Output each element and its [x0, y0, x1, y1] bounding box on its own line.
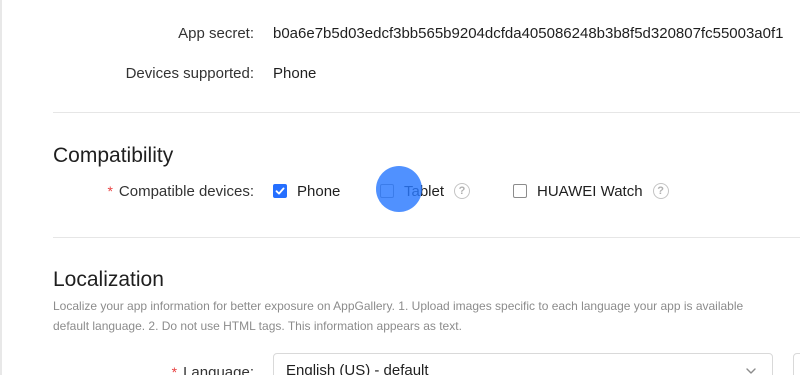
compatible-devices-label: * Compatible devices: — [107, 179, 254, 204]
huawei-watch-checkbox[interactable] — [513, 184, 527, 198]
phone-option-label: Phone — [297, 182, 341, 200]
app-secret-row: App secret: b0a6e7b5d03edcf3bb565b9204dc… — [0, 22, 800, 46]
devices-supported-label: Devices supported: — [125, 65, 254, 82]
compatibility-title: Compatibility — [53, 144, 174, 167]
section-divider — [53, 237, 800, 238]
question-circle-icon[interactable]: ? — [454, 183, 471, 199]
language-select-value: English (US) - default — [286, 362, 429, 375]
devices-supported-value: Phone — [273, 65, 317, 82]
localization-title: Localization — [53, 268, 164, 291]
app-secret-value: b0a6e7b5d03edcf3bb565b9204dcfda405086248… — [273, 25, 784, 42]
localization-description: Localize your app information for better… — [53, 296, 800, 336]
touch-indicator — [376, 166, 422, 212]
check-icon — [275, 187, 285, 195]
localization-description-line: default language. 2. Do not use HTML tag… — [53, 319, 462, 333]
compatible-device-watch-option[interactable]: HUAWEI Watch ? — [513, 179, 669, 203]
huawei-watch-option-label: HUAWEI Watch — [537, 182, 643, 200]
app-secret-label: App secret: — [178, 25, 254, 42]
language-label: * Language: — [172, 360, 254, 375]
required-mark: * — [107, 183, 113, 199]
language-action-button[interactable] — [793, 353, 800, 375]
compatible-devices-label-text: Compatible devices: — [118, 183, 254, 200]
language-select[interactable]: English (US) - default — [273, 353, 773, 375]
devices-supported-row: Devices supported: Phone — [0, 62, 800, 86]
required-mark: * — [171, 364, 178, 375]
question-circle-icon[interactable]: ? — [652, 183, 669, 199]
app-information-page: App secret: b0a6e7b5d03edcf3bb565b9204dc… — [0, 0, 800, 375]
left-border — [0, 0, 2, 375]
language-label-text: Language: — [183, 364, 254, 375]
localization-description-line: Localize your app information for better… — [53, 299, 744, 313]
section-divider — [53, 112, 800, 113]
chevron-down-icon — [746, 368, 756, 374]
phone-checkbox[interactable] — [273, 184, 287, 198]
compatible-device-phone-option[interactable]: Phone — [273, 179, 340, 203]
